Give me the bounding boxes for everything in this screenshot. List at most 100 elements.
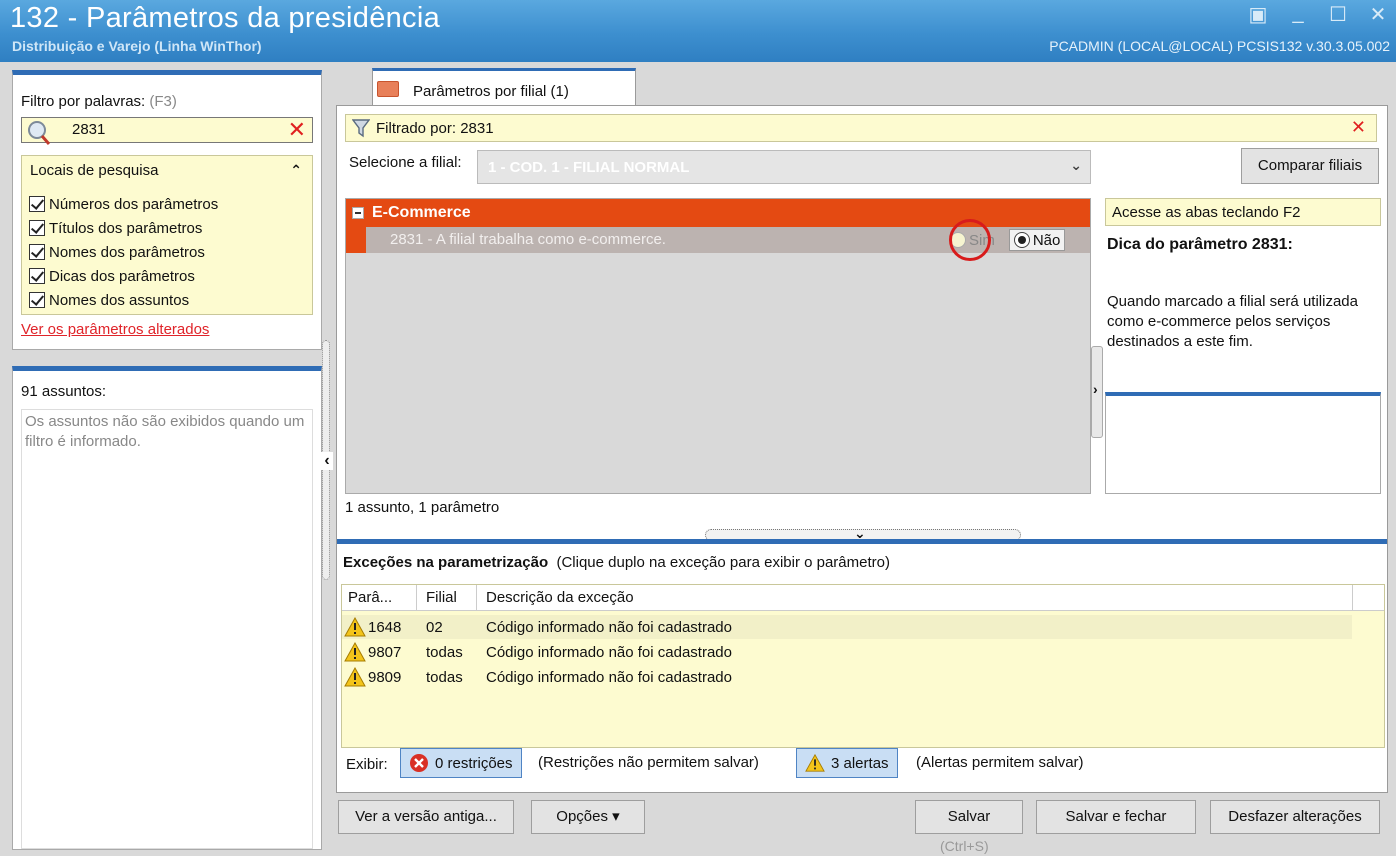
- tab-params-by-branch[interactable]: Parâmetros por filial (1): [372, 68, 636, 106]
- restrictions-button[interactable]: 0 restrições: [400, 748, 522, 778]
- save-shortcut: (Ctrl+S): [940, 838, 989, 854]
- checkbox-param-numbers[interactable]: Números dos parâmetros: [29, 192, 218, 216]
- tip-body: Quando marcado a filial será utilizada c…: [1107, 293, 1358, 350]
- main-area: Parâmetros por filial (1) Filtrado por: …: [336, 68, 1388, 854]
- params-summary: 1 assunto, 1 parâmetro: [345, 499, 500, 516]
- parameter-text: 2831 - A filial trabalha como e-commerce…: [390, 231, 666, 248]
- radio-nao[interactable]: Não: [1008, 229, 1066, 251]
- title-bar: 132 - Parâmetros da presidência Distribu…: [0, 0, 1396, 62]
- checkbox-param-tips[interactable]: Dicas dos parâmetros: [29, 264, 218, 288]
- branch-select-value: 1 - COD. 1 - FILIAL NORMAL: [488, 159, 690, 176]
- checkbox-label: Dicas dos parâmetros: [49, 267, 195, 285]
- checkbox-param-names[interactable]: Nomes dos parâmetros: [29, 240, 218, 264]
- chevron-right-icon[interactable]: ›: [1093, 381, 1098, 397]
- left-panel: Filtro por palavras: (F3) 2831 ✕ Locais …: [12, 70, 322, 850]
- remove-filter-icon[interactable]: ✕: [1351, 117, 1366, 138]
- filter-shortcut: (F3): [149, 93, 177, 110]
- search-input[interactable]: 2831 ✕: [21, 117, 313, 145]
- save-button[interactable]: Salvar: [915, 800, 1023, 834]
- vertical-splitter[interactable]: ‹: [320, 340, 333, 580]
- chevron-down-icon[interactable]: ⌄: [1070, 157, 1082, 174]
- changed-params-link[interactable]: Ver os parâmetros alterados: [21, 321, 209, 338]
- tip-panel: Acesse as abas teclando F2 Dica do parâm…: [1105, 198, 1381, 494]
- folder-icon: [377, 81, 399, 97]
- funnel-icon: [352, 119, 370, 138]
- alerts-button-label: 3 alertas: [831, 754, 889, 772]
- tip-hint: Acesse as abas teclando F2: [1105, 198, 1381, 226]
- warning-icon: [805, 753, 825, 772]
- undo-changes-button[interactable]: Desfazer alterações: [1210, 800, 1380, 834]
- branch-select[interactable]: 1 - COD. 1 - FILIAL NORMAL ⌄: [477, 150, 1091, 184]
- column-param[interactable]: Parâ...: [348, 589, 392, 606]
- subjects-panel: 91 assuntos: Os assuntos não são exibido…: [12, 366, 322, 850]
- restrictions-note: (Restrições não permitem salvar): [538, 754, 759, 771]
- old-version-button[interactable]: Ver a versão antiga...: [338, 800, 514, 834]
- column-divider[interactable]: [1352, 585, 1353, 611]
- user-info: PCADMIN (LOCAL@LOCAL) PCSIS132 v.30.3.05…: [1049, 38, 1390, 54]
- checkbox-icon[interactable]: [29, 268, 45, 284]
- branch-label: Selecione a filial:: [349, 154, 462, 171]
- cell-description: Código informado não foi cadastrado: [486, 644, 732, 661]
- column-filial[interactable]: Filial: [426, 589, 457, 606]
- column-divider[interactable]: [476, 585, 477, 611]
- checkbox-param-titles[interactable]: Títulos dos parâmetros: [29, 216, 218, 240]
- clear-search-icon[interactable]: ✕: [288, 117, 306, 143]
- checkbox-icon[interactable]: [29, 220, 45, 236]
- table-row[interactable]: 1648 02 Código informado não foi cadastr…: [342, 615, 1352, 639]
- filtered-by-text: Filtrado por: 2831: [376, 120, 494, 137]
- search-icon: [28, 121, 51, 145]
- search-locations-list: Números dos parâmetros Títulos dos parâm…: [29, 192, 218, 312]
- search-locations: Locais de pesquisa ⌃ Números dos parâmet…: [21, 155, 313, 315]
- collapse-icon[interactable]: [352, 207, 364, 219]
- maximize-icon[interactable]: ☐: [1326, 2, 1350, 27]
- subjects-message: Os assuntos não são exibidos quando um f…: [21, 409, 313, 849]
- filter-panel: Filtro por palavras: (F3) 2831 ✕ Locais …: [12, 70, 322, 350]
- column-description[interactable]: Descrição da exceção: [486, 589, 634, 606]
- cell-param: 9809: [368, 669, 402, 686]
- checkbox-icon[interactable]: [29, 196, 45, 212]
- exceptions-panel: Exceções na parametrização (Clique duplo…: [337, 539, 1387, 748]
- save-close-button[interactable]: Salvar e fechar: [1036, 800, 1196, 834]
- cell-param: 9807: [368, 644, 402, 661]
- close-icon[interactable]: ✕: [1366, 2, 1390, 27]
- filter-label-text: Filtro por palavras:: [21, 93, 146, 110]
- restore-icon[interactable]: ▣: [1246, 2, 1270, 27]
- radio-nao-label: Não: [1032, 231, 1061, 249]
- cell-description: Código informado não foi cadastrado: [486, 619, 732, 636]
- restrictions-button-label: 0 restrições: [435, 754, 513, 772]
- cell-description: Código informado não foi cadastrado: [486, 669, 732, 686]
- exceptions-subtitle: (Clique duplo na exceção para exibir o p…: [556, 554, 890, 571]
- warning-icon: [344, 617, 366, 637]
- table-row[interactable]: 9807 todas Código informado não foi cada…: [342, 640, 1352, 664]
- radio-selected-icon[interactable]: [1013, 232, 1030, 248]
- tab-content: Filtrado por: 2831 ✕ Selecione a filial:…: [336, 105, 1388, 793]
- error-icon: [410, 754, 428, 772]
- exceptions-title: Exceções na parametrização: [343, 554, 549, 571]
- checkbox-label: Nomes dos parâmetros: [49, 243, 205, 261]
- checkbox-subject-names[interactable]: Nomes dos assuntos: [29, 288, 218, 312]
- column-divider[interactable]: [416, 585, 417, 611]
- filter-bar: Filtrado por: 2831 ✕: [345, 114, 1377, 142]
- minimize-icon[interactable]: _: [1286, 2, 1310, 27]
- table-row[interactable]: 9809 todas Código informado não foi cada…: [342, 665, 1352, 689]
- display-label: Exibir:: [346, 756, 388, 773]
- table-header: Parâ... Filial Descrição da exceção: [342, 585, 1384, 611]
- chevron-left-icon[interactable]: ‹: [321, 452, 333, 470]
- checkbox-label: Números dos parâmetros: [49, 195, 219, 213]
- options-button[interactable]: Opções ▾: [531, 800, 645, 834]
- warning-icon: [344, 642, 366, 662]
- checkbox-label: Nomes dos assuntos: [49, 291, 190, 309]
- tip-panel-toggle[interactable]: ›: [1091, 346, 1103, 438]
- tip-title: Dica do parâmetro 2831:: [1107, 236, 1293, 253]
- alerts-button[interactable]: 3 alertas: [796, 748, 898, 778]
- checkbox-icon[interactable]: [29, 244, 45, 260]
- collapse-chevron-icon[interactable]: ⌃: [290, 162, 302, 179]
- cell-param: 1648: [368, 619, 402, 636]
- search-locations-title: Locais de pesquisa: [30, 162, 159, 179]
- category-title: E-Commerce: [372, 204, 471, 221]
- compare-branches-button[interactable]: Comparar filiais: [1241, 148, 1379, 184]
- search-value: 2831: [72, 121, 106, 138]
- checkbox-icon[interactable]: [29, 292, 45, 308]
- window-subtitle: Distribuição e Varejo (Linha WinThor): [12, 38, 262, 54]
- warning-icon: [344, 667, 366, 687]
